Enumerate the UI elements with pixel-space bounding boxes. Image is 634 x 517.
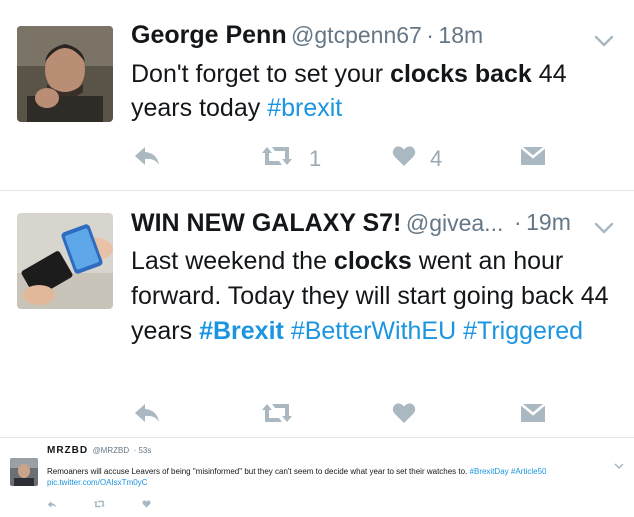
like-button[interactable]: 4	[392, 145, 442, 172]
heart-icon[interactable]	[392, 402, 416, 424]
timestamp[interactable]: · 53s	[134, 446, 152, 455]
retweet-count: 1	[309, 145, 322, 171]
chevron-down-icon[interactable]	[594, 34, 614, 52]
avatar[interactable]	[10, 458, 38, 486]
author-handle[interactable]: @givea...	[406, 210, 504, 236]
avatar[interactable]	[17, 26, 113, 122]
tweet-card[interactable]: WIN NEW GALAXY S7! @givea... · 19m Last …	[0, 191, 634, 436]
pic-link[interactable]: pic.twitter.com/OAIsxTm0yC	[47, 478, 147, 487]
timestamp[interactable]: 18m	[438, 22, 483, 48]
hashtag-link[interactable]: #brexit	[267, 94, 342, 122]
tweet-text: Don't forget to set your clocks back 44 …	[131, 60, 567, 122]
retweet-icon	[259, 145, 295, 172]
tweet-text: Last weekend the clocks went an hour for…	[131, 247, 609, 345]
hashtag-link[interactable]: #Triggered	[463, 317, 583, 345]
reply-arrow-icon[interactable]	[133, 144, 161, 168]
envelope-icon[interactable]	[520, 403, 546, 423]
retweet-button[interactable]: 1	[259, 145, 321, 172]
separator: ·	[426, 22, 434, 48]
avatar[interactable]	[17, 213, 113, 309]
reply-arrow-icon[interactable]	[47, 500, 57, 509]
retweet-icon[interactable]	[259, 402, 295, 424]
author-handle[interactable]: @gtcpenn67	[291, 22, 422, 48]
chevron-down-icon[interactable]	[614, 456, 624, 474]
separator: ·	[514, 209, 522, 235]
tweet-text: Remoaners will accuse Leavers of being "…	[47, 467, 547, 487]
hashtag-link[interactable]: #Brexit	[199, 317, 284, 345]
tweet-card[interactable]: George Penn @gtcpenn67 · 18m Don't forge…	[0, 0, 634, 190]
envelope-icon[interactable]	[520, 146, 546, 166]
chevron-down-icon[interactable]	[594, 221, 614, 239]
author-name[interactable]: George Penn	[131, 21, 287, 49]
hashtag-link[interactable]: #BrexitDay	[470, 467, 509, 476]
hashtag-link[interactable]: #BetterWithEU	[291, 317, 456, 345]
hashtag-link[interactable]: #Article50	[511, 467, 547, 476]
author-handle[interactable]: @MRZBD	[93, 446, 130, 455]
heart-icon[interactable]	[142, 500, 151, 508]
author-name[interactable]: MRZBD	[47, 445, 88, 456]
tweet-card[interactable]: MRZBD @MRZBD · 53s Remoaners will accuse…	[0, 438, 634, 517]
heart-icon	[392, 145, 416, 172]
author-name[interactable]: WIN NEW GALAXY S7!	[131, 209, 401, 237]
reply-arrow-icon[interactable]	[133, 401, 161, 425]
like-count: 4	[430, 145, 443, 171]
retweet-icon[interactable]	[93, 500, 106, 508]
timestamp[interactable]: 19m	[526, 209, 571, 235]
